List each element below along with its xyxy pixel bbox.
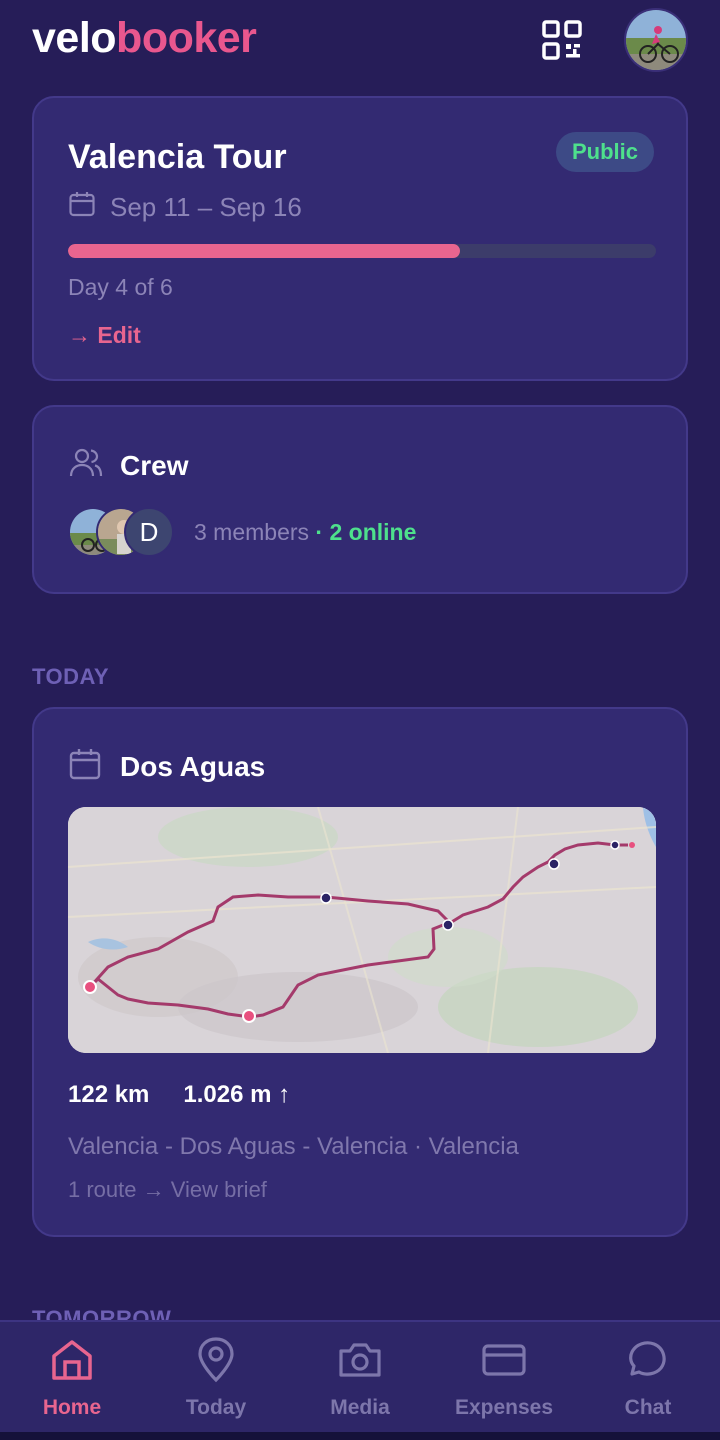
camera-icon	[336, 1336, 384, 1384]
calendar-icon	[68, 190, 96, 225]
crew-card[interactable]: Crew D 3 members · 2 online	[32, 405, 688, 594]
crew-members-count: 3 members	[194, 518, 310, 545]
map-pin-icon	[192, 1336, 240, 1384]
bottom-navigation: Home Today Media Expenses Chat	[0, 1320, 720, 1440]
route-distance: 122 km	[68, 1081, 150, 1108]
crew-status: 3 members · 2 online	[194, 519, 416, 546]
home-icon	[48, 1336, 96, 1384]
nav-home[interactable]: Home	[0, 1322, 144, 1440]
crew-members-row[interactable]: D 3 members · 2 online	[68, 507, 416, 557]
nav-today[interactable]: Today	[144, 1322, 288, 1440]
route-stats: 122 km 1.026 m ↑	[68, 1081, 290, 1109]
trip-progress-fill	[68, 244, 461, 258]
crew-title: Crew	[120, 449, 189, 481]
trip-dates: Sep 11 – Sep 16	[68, 190, 302, 225]
nav-label: Today	[185, 1396, 247, 1419]
nav-chat[interactable]: Chat	[576, 1322, 720, 1440]
nav-label: Chat	[624, 1396, 672, 1419]
system-gesture-bar	[0, 1432, 720, 1440]
crew-separator: ·	[309, 518, 330, 545]
nav-expenses[interactable]: Expenses	[432, 1322, 576, 1440]
crew-online-count: 2 online	[329, 518, 417, 545]
trip-dates-text: Sep 11 – Sep 16	[110, 192, 302, 222]
calendar-icon	[68, 747, 102, 786]
view-brief-link[interactable]: 1 route → View brief	[68, 1177, 267, 1203]
logo-part-velo: velo	[32, 14, 117, 62]
member-avatar-initial: D	[124, 507, 174, 557]
nav-label: Expenses	[454, 1396, 554, 1419]
logo-part-booker: booker	[116, 14, 257, 62]
route-elevation: 1.026 m ↑	[183, 1081, 291, 1108]
qr-code-icon[interactable]	[540, 18, 584, 62]
trip-card[interactable]: Valencia Tour Public Sep 11 – Sep 16 Day…	[32, 96, 688, 381]
chat-bubble-icon	[624, 1336, 672, 1384]
today-header: Dos Aguas	[68, 747, 265, 786]
app-logo[interactable]: velobooker	[32, 14, 257, 63]
profile-avatar[interactable]	[624, 8, 688, 72]
nav-label: Media	[330, 1396, 390, 1419]
edit-trip-link[interactable]: → Edit	[68, 322, 141, 349]
crew-header: Crew	[68, 445, 188, 486]
trip-progress-bar	[68, 244, 656, 258]
today-stage-title: Dos Aguas	[120, 750, 266, 782]
nav-label: Home	[42, 1396, 102, 1419]
trip-day-counter: Day 4 of 6	[68, 274, 173, 300]
nav-media[interactable]: Media	[288, 1322, 432, 1440]
users-icon	[68, 445, 104, 486]
credit-card-icon	[480, 1336, 528, 1384]
route-name: Valencia - Dos Aguas - Valencia · Valenc…	[68, 1133, 519, 1160]
trip-title: Valencia Tour	[68, 138, 287, 176]
visibility-badge: Public	[555, 132, 654, 172]
section-label-today: TODAY	[32, 664, 110, 689]
today-card[interactable]: Dos Aguas 122 km 1.026 m ↑ Valencia - Do…	[32, 707, 688, 1237]
app-header: velobooker	[0, 0, 720, 84]
route-map[interactable]	[68, 807, 656, 1053]
